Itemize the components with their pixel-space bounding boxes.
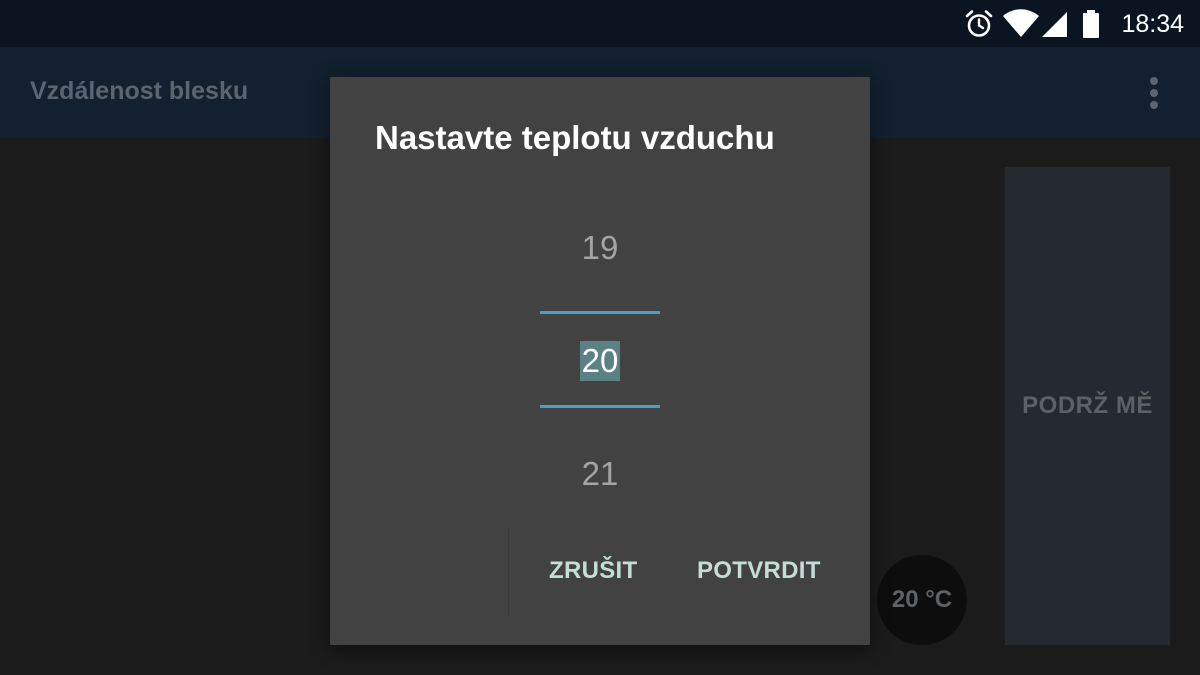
picker-divider-top bbox=[540, 311, 660, 314]
dialog-divider bbox=[508, 527, 509, 617]
picker-previous-value[interactable]: 19 bbox=[330, 229, 870, 267]
picker-current-value[interactable]: 20 bbox=[330, 341, 870, 381]
menu-dot bbox=[1150, 77, 1158, 85]
cancel-button[interactable]: ZRUŠIT bbox=[549, 557, 637, 585]
status-clock: 18:34 bbox=[1121, 10, 1184, 38]
screen: 18:34 Vzdálenost blesku PODRŽ MĚ 20 °C N… bbox=[0, 0, 1200, 675]
status-bar: 18:34 bbox=[0, 0, 1200, 47]
hold-me-button[interactable]: PODRŽ MĚ bbox=[1005, 167, 1170, 645]
dialog-title: Nastavte teplotu vzduchu bbox=[375, 119, 775, 156]
signal-icon bbox=[1042, 12, 1067, 37]
app-title: Vzdálenost blesku bbox=[30, 77, 249, 105]
temperature-dialog: Nastavte teplotu vzduchu 19 20 21 ZRUŠIT… bbox=[330, 77, 870, 645]
picker-next-value[interactable]: 21 bbox=[330, 455, 870, 493]
menu-dot bbox=[1150, 101, 1158, 109]
picker-divider-bottom bbox=[540, 405, 660, 408]
overflow-menu-icon[interactable] bbox=[1140, 75, 1170, 111]
menu-dot bbox=[1150, 89, 1158, 97]
battery-icon bbox=[1083, 10, 1099, 38]
temperature-badge[interactable]: 20 °C bbox=[877, 555, 967, 645]
alarm-icon bbox=[965, 10, 993, 37]
picker-current-text[interactable]: 20 bbox=[579, 341, 621, 381]
confirm-button[interactable]: POTVRDIT bbox=[697, 557, 821, 585]
wifi-icon bbox=[1003, 9, 1039, 37]
